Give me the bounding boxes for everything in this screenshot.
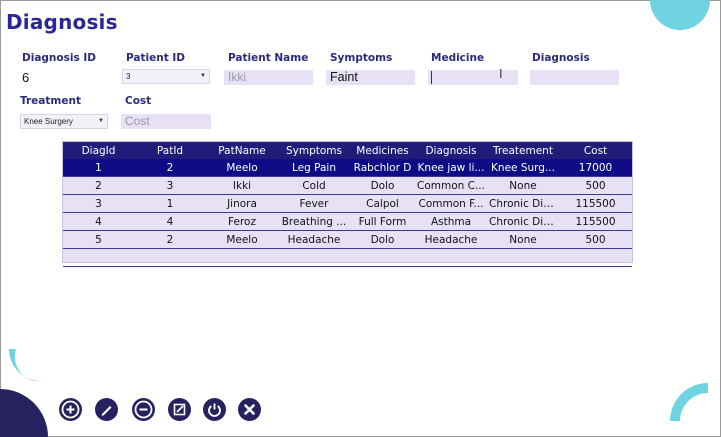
table-cell: Jinora — [206, 194, 278, 213]
table-cell: 500 — [559, 230, 632, 249]
remove-button[interactable] — [132, 398, 155, 421]
table-cell: Knee jaw li... — [415, 159, 487, 177]
medicine-label: Medicine — [431, 52, 485, 64]
table-cell: 500 — [559, 176, 632, 195]
table-cell: Feroz — [206, 212, 278, 231]
col-header-treatement[interactable]: Treatement — [487, 142, 559, 159]
table-cell: Rabchlor D — [350, 159, 415, 177]
table-cell: Meelo — [206, 230, 278, 249]
table-cell: 2 — [134, 230, 206, 249]
table-cell: Headache — [278, 230, 350, 249]
update-button[interactable] — [168, 398, 191, 421]
edit-button[interactable] — [95, 398, 118, 421]
table-row[interactable]: 3 1 Jinora Fever Calpol Common F... Chro… — [63, 194, 632, 213]
table-cell: 3 — [134, 176, 206, 195]
col-header-symptoms[interactable]: Symptoms — [278, 142, 350, 159]
symptoms-label: Symptoms — [330, 52, 393, 64]
symptoms-field[interactable]: Faint — [326, 70, 415, 85]
edit-icon — [101, 406, 112, 416]
table-cell: Calpol — [350, 194, 415, 213]
col-header-diagnosis[interactable]: Diagnosis — [415, 142, 487, 159]
table-row[interactable]: 4 4 Feroz Breathing ... Full Form Asthma… — [63, 212, 632, 231]
decor-bottom-right-arc — [670, 383, 708, 421]
patient-name-label: Patient Name — [228, 52, 309, 64]
table-cell: 1 — [134, 194, 206, 213]
patient-name-field[interactable]: Ikki — [224, 70, 313, 85]
table-cell: Fever — [278, 194, 350, 213]
patient-id-select[interactable]: 3 ▼ — [122, 69, 210, 84]
chevron-down-icon: ▼ — [200, 73, 206, 79]
ibeam-cursor-icon: I — [499, 66, 503, 81]
table-cell: 17000 — [559, 159, 632, 177]
treatment-select[interactable]: Knee Surgery ▼ — [20, 114, 108, 129]
col-header-medicines[interactable]: Medicines — [350, 142, 415, 159]
table-cell: None — [487, 176, 559, 195]
col-header-diagid[interactable]: DiagId — [63, 142, 134, 159]
cost-label: Cost — [125, 95, 152, 107]
table-cell: 5 — [63, 230, 134, 249]
table-cell: 2 — [134, 159, 206, 177]
text-caret — [431, 71, 432, 84]
table-cell: 4 — [63, 212, 134, 231]
decor-bottom-left-quarter — [0, 389, 48, 437]
patient-id-value: 3 — [126, 72, 131, 81]
table-cell: 1 — [63, 159, 134, 177]
diagnosis-label: Diagnosis — [532, 52, 590, 64]
diagnosis-id-label: Diagnosis ID — [22, 52, 96, 64]
table-new-row[interactable] — [63, 248, 632, 267]
diagnosis-field[interactable] — [530, 70, 619, 85]
table-cell: 115500 — [559, 212, 632, 231]
table-row[interactable]: 5 2 Meelo Headache Dolo Headache None 50… — [63, 230, 632, 249]
col-header-cost[interactable]: Cost — [559, 142, 632, 159]
table-cell: Ikki — [206, 176, 278, 195]
table-cell: Cold — [278, 176, 350, 195]
patient-id-label: Patient ID — [126, 52, 186, 64]
table-cell: Knee Surg... — [487, 159, 559, 177]
table-cell: Headache — [415, 230, 487, 249]
table-cell: Breathing ... — [278, 212, 350, 231]
col-header-patname[interactable]: PatName — [206, 142, 278, 159]
table-cell: Asthma — [415, 212, 487, 231]
diagnosis-table[interactable]: DiagId PatId PatName Symptoms Medicines … — [62, 141, 633, 267]
update-icon — [173, 403, 186, 416]
medicine-field[interactable] — [428, 70, 518, 85]
col-header-patid[interactable]: PatId — [134, 142, 206, 159]
table-cell: Chronic Dis... — [487, 194, 559, 213]
power-icon — [208, 403, 221, 417]
add-icon — [61, 400, 80, 419]
table-cell: Dolo — [350, 230, 415, 249]
table-cell: Dolo — [350, 176, 415, 195]
decor-left-arc — [9, 349, 41, 381]
cost-field[interactable]: Cost — [121, 114, 211, 129]
table-cell: None — [487, 230, 559, 249]
close-button[interactable] — [238, 398, 261, 421]
table-row[interactable]: 2 3 Ikki Cold Dolo Common C... None 500 — [63, 176, 632, 195]
table-cell: Meelo — [206, 159, 278, 177]
diagnosis-id-field[interactable]: 6 — [18, 70, 110, 85]
table-cell: Common C... — [415, 176, 487, 195]
table-cell: Chronic Dis... — [487, 212, 559, 231]
add-button[interactable] — [59, 398, 82, 421]
remove-icon — [134, 400, 153, 419]
table-cell: Leg Pain — [278, 159, 350, 177]
treatment-label: Treatment — [20, 95, 81, 107]
power-button[interactable] — [203, 398, 226, 421]
table-cell: Common F... — [415, 194, 487, 213]
table-cell: Full Form — [350, 212, 415, 231]
table-cell: 115500 — [559, 194, 632, 213]
table-cell: 4 — [134, 212, 206, 231]
page-title: Diagnosis — [6, 10, 118, 34]
chevron-down-icon: ▼ — [98, 118, 104, 124]
table-row[interactable]: 1 2 Meelo Leg Pain Rabchlor D Knee jaw l… — [63, 159, 632, 177]
table-cell: 2 — [63, 176, 134, 195]
table-header-row: DiagId PatId PatName Symptoms Medicines … — [63, 142, 632, 159]
table-cell: 3 — [63, 194, 134, 213]
treatment-value: Knee Surgery — [24, 117, 73, 126]
close-icon — [244, 404, 255, 415]
decor-top-right-circle — [650, 0, 710, 30]
